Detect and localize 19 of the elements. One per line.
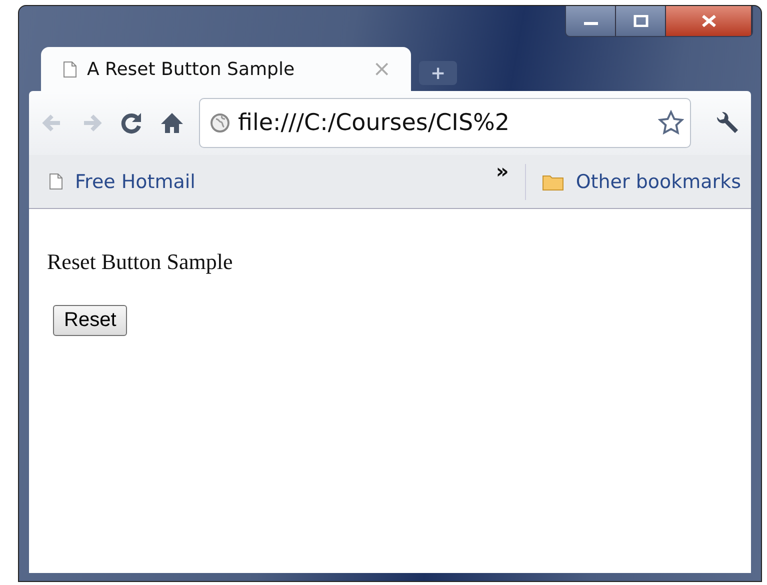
close-icon bbox=[700, 15, 716, 27]
home-button[interactable] bbox=[159, 110, 185, 136]
close-button[interactable] bbox=[666, 6, 752, 36]
bookmarks-overflow-button[interactable]: » bbox=[496, 159, 509, 183]
new-tab-button[interactable]: + bbox=[419, 61, 457, 85]
folder-icon bbox=[542, 172, 564, 190]
page-heading: Reset Button Sample bbox=[47, 249, 233, 275]
maximize-button[interactable] bbox=[616, 6, 666, 36]
tab-title: A Reset Button Sample bbox=[87, 58, 296, 80]
browser-tab[interactable]: A Reset Button Sample × bbox=[41, 47, 411, 91]
other-bookmarks-button[interactable]: Other bookmarks bbox=[542, 170, 741, 192]
star-icon[interactable] bbox=[658, 110, 684, 136]
minimize-button[interactable] bbox=[566, 6, 616, 36]
maximize-icon bbox=[632, 15, 648, 27]
reset-button[interactable]: Reset bbox=[53, 305, 128, 336]
page-icon bbox=[49, 173, 63, 190]
bookmark-link[interactable]: Free Hotmail bbox=[49, 170, 196, 192]
page-icon bbox=[63, 60, 77, 78]
address-bar[interactable]: file:///C:/Courses/CIS%2 bbox=[199, 98, 691, 148]
